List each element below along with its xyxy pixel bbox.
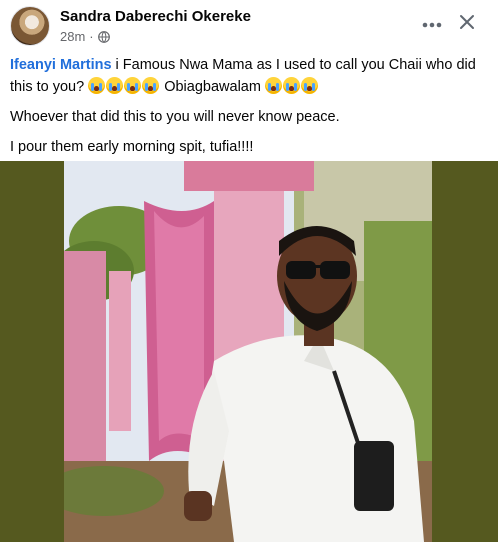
mention-link[interactable]: Ifeanyi Martins	[10, 57, 112, 73]
post-time[interactable]: 28m	[60, 29, 85, 44]
caption-line-2: Whoever that did this to you will never …	[10, 109, 340, 125]
caption-text-1b: Obiagbawalam	[160, 79, 265, 95]
post-header: Sandra Daberechi Okereke 28m ·	[0, 0, 498, 50]
crying-emoji-icon	[264, 77, 282, 94]
post-media[interactable]	[0, 161, 498, 542]
close-icon	[459, 14, 475, 35]
crying-emoji-icon	[88, 77, 106, 94]
meta-separator: ·	[89, 29, 94, 44]
globe-icon[interactable]	[97, 30, 110, 43]
post-photo[interactable]	[64, 161, 432, 542]
facebook-post: Sandra Daberechi Okereke 28m · Ifeanyi M…	[0, 0, 498, 542]
crying-emoji-icon	[282, 77, 300, 94]
caption-line-1: Ifeanyi Martins i Famous Nwa Mama as I u…	[10, 54, 490, 98]
crying-emoji-icon	[124, 77, 142, 94]
photo-illustration	[64, 161, 432, 542]
post-caption: Ifeanyi Martins i Famous Nwa Mama as I u…	[10, 54, 490, 166]
crying-emoji-icon	[106, 77, 124, 94]
author-avatar[interactable]	[10, 6, 50, 46]
more-options-button[interactable]	[416, 8, 448, 40]
crying-emoji-icon	[142, 77, 160, 94]
caption-line-3: I pour them early morning spit, tufia!!!…	[10, 139, 254, 155]
post-meta: 28m ·	[60, 29, 110, 44]
close-button[interactable]	[451, 8, 483, 40]
more-horizontal-icon	[422, 15, 442, 33]
crying-emoji-icon	[300, 77, 318, 94]
author-name[interactable]: Sandra Daberechi Okereke	[60, 8, 251, 25]
